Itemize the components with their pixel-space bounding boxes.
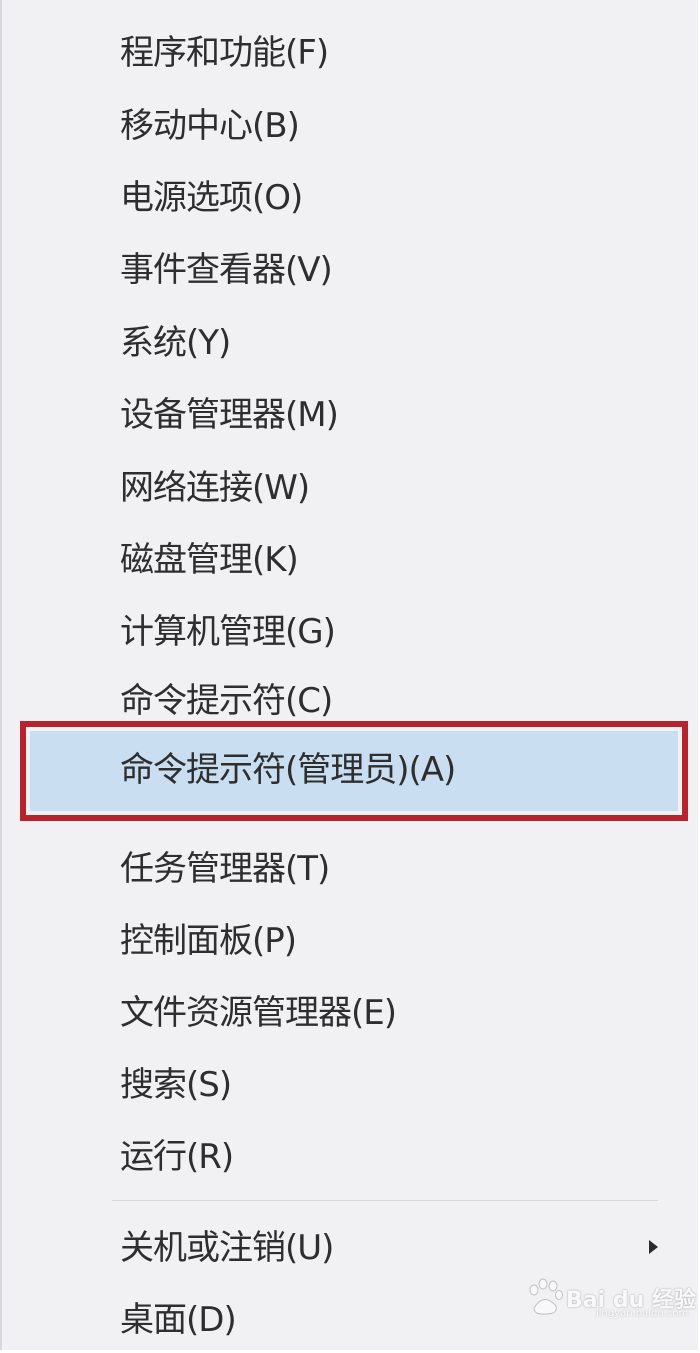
menu-item-programs-features[interactable]: 程序和功能(F) [2, 20, 698, 86]
menu-item-label: 移动中心(B) [120, 106, 300, 146]
menu-item-search[interactable]: 搜索(S) [2, 1052, 698, 1118]
paw-icon [529, 1278, 563, 1315]
watermark-url: jingyan.baidu.com [596, 1308, 689, 1319]
menu-item-file-explorer[interactable]: 文件资源管理器(E) [2, 980, 698, 1046]
menu-item-task-manager[interactable]: 任务管理器(T) [2, 836, 698, 902]
menu-item-label: 设备管理器(M) [120, 395, 339, 435]
menu-item-power-options[interactable]: 电源选项(O) [2, 165, 698, 231]
menu-item-label: 电源选项(O) [120, 178, 303, 218]
menu-item-network-connections[interactable]: 网络连接(W) [2, 455, 698, 521]
menu-item-label: 文件资源管理器(E) [120, 993, 397, 1033]
menu-item-label: 控制面板(P) [120, 921, 297, 961]
menu-separator [112, 1200, 658, 1201]
menu-item-disk-management[interactable]: 磁盘管理(K) [2, 527, 698, 593]
menu-item-control-panel[interactable]: 控制面板(P) [2, 908, 698, 974]
baidu-watermark: Bai du 经验 jingyan.baidu.com [526, 1272, 696, 1326]
menu-item-mobility-center[interactable]: 移动中心(B) [2, 93, 698, 159]
menu-item-label: 运行(R) [120, 1137, 234, 1177]
menu-item-label: 任务管理器(T) [120, 849, 330, 889]
menu-item-label: 程序和功能(F) [120, 33, 329, 73]
menu-item-command-prompt-admin[interactable]: 命令提示符(管理员)(A) [2, 721, 698, 821]
menu-item-label: 关机或注销(U) [120, 1228, 334, 1268]
menu-item-system[interactable]: 系统(Y) [2, 310, 698, 376]
menu-item-label: 事件查看器(V) [120, 250, 333, 290]
menu-item-label: 计算机管理(G) [120, 612, 336, 652]
menu-item-label: 网络连接(W) [120, 468, 310, 508]
menu-item-label: 命令提示符(C) [120, 681, 333, 721]
context-menu: 程序和功能(F) 移动中心(B) 电源选项(O) 事件查看器(V) 系统(Y) … [0, 0, 698, 1350]
menu-item-device-manager[interactable]: 设备管理器(M) [2, 382, 698, 448]
menu-item-label: 命令提示符(管理员)(A) [120, 750, 456, 790]
menu-item-run[interactable]: 运行(R) [2, 1124, 698, 1190]
menu-item-label: 搜索(S) [120, 1065, 232, 1105]
menu-item-label: 系统(Y) [120, 323, 231, 363]
menu-item-label: 桌面(D) [120, 1300, 237, 1340]
menu-item-event-viewer[interactable]: 事件查看器(V) [2, 237, 698, 303]
menu-item-computer-management[interactable]: 计算机管理(G) [2, 599, 698, 665]
menu-item-label: 磁盘管理(K) [120, 540, 299, 580]
submenu-arrow-icon [649, 1240, 658, 1254]
